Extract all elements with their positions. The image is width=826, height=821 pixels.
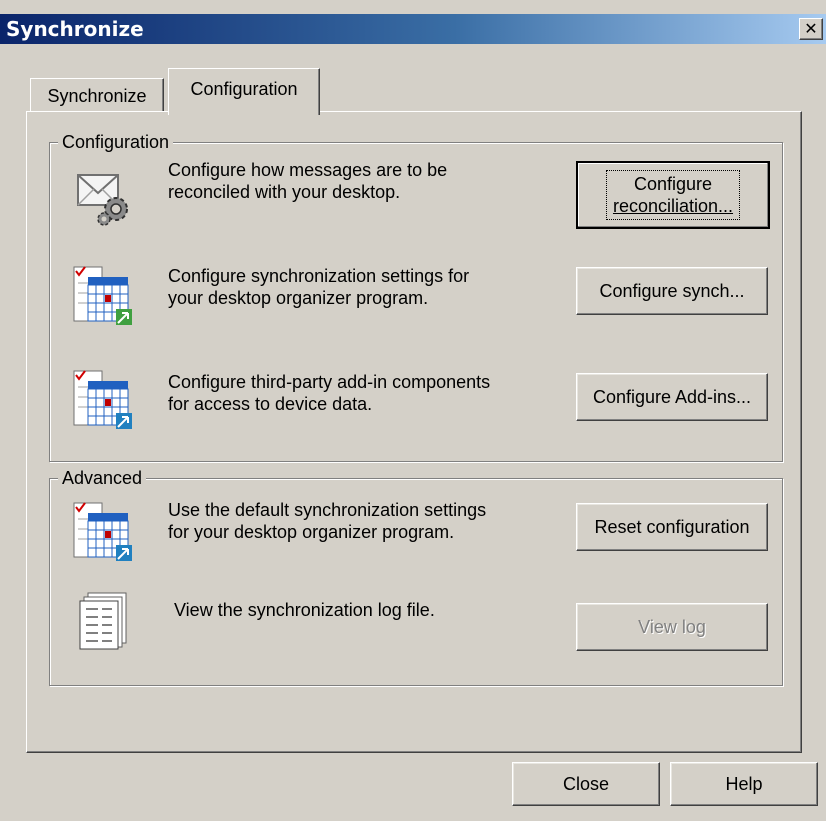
close-icon: ✕ xyxy=(804,19,818,38)
calendar-sync-icon xyxy=(72,499,136,568)
reset-configuration-label: Reset configuration xyxy=(594,516,750,537)
reconciliation-description: Configure how messages are to be reconci… xyxy=(168,159,447,203)
reconciliation-description-line1: Configure how messages are to be xyxy=(168,160,448,180)
reset-description: Use the default synchronization settings… xyxy=(168,499,486,543)
configure-addins-label: Configure Add-ins... xyxy=(592,386,752,407)
reset-description-line2: for your desktop organizer program. xyxy=(168,522,455,542)
tab-synchronize-label: Synchronize xyxy=(47,86,147,106)
calendar-sync-icon xyxy=(72,367,136,436)
configuration-group-legend: Configuration xyxy=(58,131,174,153)
calendar-sync-icon xyxy=(72,263,136,332)
log-file-icon xyxy=(78,591,132,656)
window-title: Synchronize xyxy=(6,17,144,41)
close-window-button[interactable]: ✕ xyxy=(799,18,823,40)
configure-reconciliation-label-line2: reconciliation... xyxy=(612,196,734,216)
configure-synch-label: Configure synch... xyxy=(599,280,745,301)
view-log-label: View log xyxy=(638,616,706,637)
reset-description-line1: Use the default synchronization settings xyxy=(168,500,487,520)
view-log-button[interactable]: View log xyxy=(576,603,768,651)
close-button[interactable]: Close xyxy=(512,762,660,806)
addins-description-line2: for access to device data. xyxy=(168,394,373,414)
help-button-label: Help xyxy=(725,773,763,794)
view-log-description-line1: View the synchronization log file. xyxy=(174,600,435,620)
tab-panel: Configuration Configure how messages are… xyxy=(26,111,802,753)
reset-configuration-button[interactable]: Reset configuration xyxy=(576,503,768,551)
tab-configuration[interactable]: Configuration xyxy=(168,68,320,115)
view-log-description: View the synchronization log file. xyxy=(174,599,435,621)
configure-reconciliation-button[interactable]: Configure reconciliation... xyxy=(576,161,770,229)
configure-reconciliation-focus: Configure reconciliation... xyxy=(605,170,741,220)
synch-description-line2: your desktop organizer program. xyxy=(168,288,429,308)
configure-addins-button[interactable]: Configure Add-ins... xyxy=(576,373,768,421)
addins-description: Configure third-party add-in components … xyxy=(168,371,490,415)
advanced-group-legend: Advanced xyxy=(58,467,147,489)
advanced-group: Advanced Use the default synchronization… xyxy=(49,467,783,686)
configure-synch-button[interactable]: Configure synch... xyxy=(576,267,768,315)
configure-reconciliation-label-line1: Configure xyxy=(633,174,713,194)
close-button-label: Close xyxy=(562,773,610,794)
tab-synchronize[interactable]: Synchronize xyxy=(30,78,164,113)
reconciliation-description-line2: reconciled with your desktop. xyxy=(168,182,401,202)
addins-description-line1: Configure third-party add-in components xyxy=(168,372,491,392)
tab-configuration-label: Configuration xyxy=(190,79,298,99)
synch-description-line1: Configure synchronization settings for xyxy=(168,266,470,286)
configuration-group: Configuration Configure how messages are… xyxy=(49,131,783,462)
synch-description: Configure synchronization settings for y… xyxy=(168,265,469,309)
title-bar: Synchronize ✕ xyxy=(0,14,826,44)
envelope-gear-icon xyxy=(74,167,134,232)
help-button[interactable]: Help xyxy=(670,762,818,806)
